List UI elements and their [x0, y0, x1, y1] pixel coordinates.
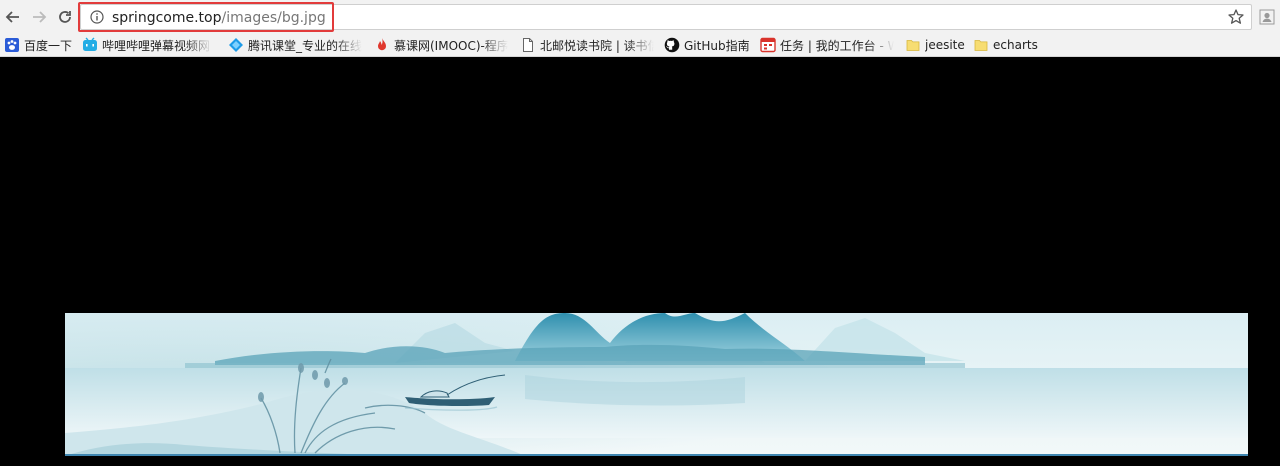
url-host: springcome.top [112, 10, 222, 26]
bookmark-label: GitHub指南 [684, 38, 750, 53]
page-viewport [0, 58, 1280, 466]
bookmark-imooc[interactable]: 慕课网(IMOOC)-程序 [374, 34, 508, 56]
folder-icon [905, 37, 921, 53]
imooc-flame-icon [374, 37, 390, 53]
bookmark-label: 百度一下 [24, 38, 73, 53]
baidu-icon [4, 37, 20, 53]
reload-icon [59, 11, 71, 23]
address-bar[interactable]: springcome.top/images/bg.jpg [80, 4, 1252, 30]
bookmark-folder-jeesite[interactable]: jeesite [905, 34, 967, 56]
bookmark-label: jeesite [925, 38, 965, 52]
bookmark-bilibili[interactable]: 哔哩哔哩弹幕视频网 [82, 34, 212, 56]
arrow-left-icon [5, 11, 19, 23]
bookmark-label: 北邮悦读书院 | 读书信 [540, 38, 654, 53]
url-path: /images/bg.jpg [221, 10, 326, 26]
bookmark-github[interactable]: GitHub指南 [664, 34, 754, 56]
bookmarks-bar: 百度一下 哔哩哔哩弹幕视频网 腾讯课堂_专业的在线 慕课网(IMOOC)-程序 … [0, 34, 1280, 57]
back-button[interactable] [2, 6, 24, 28]
github-icon [664, 37, 680, 53]
bookmark-label: echarts [993, 38, 1038, 52]
bookmark-baidu[interactable]: 百度一下 [4, 34, 74, 56]
folder-icon [973, 37, 989, 53]
bookmark-label: 腾讯课堂_专业的在线 [248, 38, 362, 53]
tencent-classroom-icon [228, 37, 244, 53]
bookmark-label: 哔哩哔哩弹幕视频网 [102, 38, 211, 53]
task-icon [760, 37, 776, 53]
page-icon [520, 37, 536, 53]
bookmark-byr-reading[interactable]: 北邮悦读书院 | 读书信 [520, 34, 654, 56]
bookmark-task-workbench[interactable]: 任务 | 我的工作台 - W [760, 34, 894, 56]
landscape-painting-image [65, 313, 1248, 456]
bookmark-label: 慕课网(IMOOC)-程序 [394, 38, 508, 53]
bookmark-folder-echarts[interactable]: echarts [973, 34, 1043, 56]
browser-toolbar: springcome.top/images/bg.jpg [0, 0, 1280, 34]
reload-button[interactable] [54, 6, 76, 28]
profile-icon[interactable] [1258, 8, 1276, 26]
bookmark-tencent-classroom[interactable]: 腾讯课堂_专业的在线 [228, 34, 362, 56]
arrow-right-icon [33, 11, 47, 23]
forward-button[interactable] [28, 6, 50, 28]
star-icon[interactable] [1227, 8, 1245, 26]
info-icon[interactable] [90, 10, 104, 24]
bookmark-label: 任务 | 我的工作台 - W [780, 38, 894, 53]
url-text[interactable]: springcome.top/images/bg.jpg [112, 9, 326, 27]
bilibili-icon [82, 37, 98, 53]
